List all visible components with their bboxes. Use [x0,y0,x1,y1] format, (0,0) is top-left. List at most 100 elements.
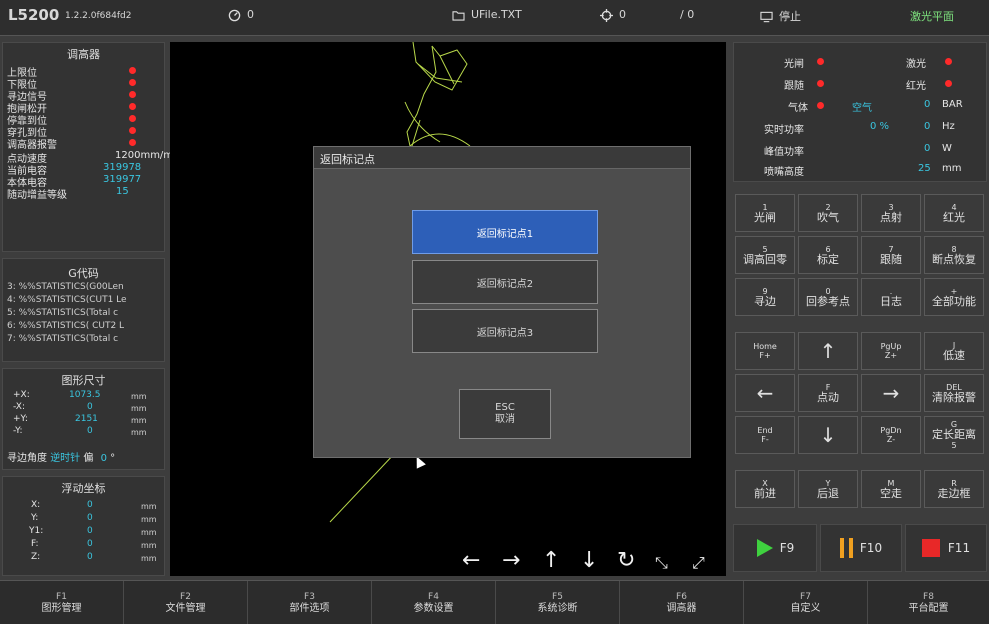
cancel-button[interactable]: ESC 取消 [459,389,551,439]
menu-custom[interactable]: F7 自定义 [744,581,868,624]
pan-left-icon[interactable]: ← [462,548,480,573]
shape-size-label: +Y: [13,414,28,424]
gcode-line: 3: %%STATISTICS(G00Len [7,282,124,292]
key-fixed-distance[interactable]: G 定长距离 5 [924,416,984,454]
key-home-f-plus[interactable]: Home F+ [735,332,795,370]
menu-shape-management[interactable]: F1 图形管理 [0,581,124,624]
follow-gain-value: 15 [116,186,129,197]
laser-plane-label[interactable]: 激光平面 [910,8,954,24]
pause-button[interactable]: F10 [820,524,902,572]
edge-angle-unit: ° [110,453,116,464]
laser-label: 激光 [906,59,926,70]
shape-size-label: -X: [13,402,25,412]
arrow-right-icon: → [882,381,900,405]
menu-platform-config[interactable]: F8 平台配置 [868,581,989,624]
key-jog[interactable]: F 点动 [798,374,858,412]
key-clear-alarm[interactable]: DEL 清除报警 [924,374,984,412]
float-coords-title: 浮动坐标 [61,482,106,495]
key-left-arrow[interactable]: ← [735,374,795,412]
signal-pierce-reached-indicator [129,127,136,134]
key-pgdn-z-minus[interactable]: PgDn Z- [861,416,921,454]
key-right-arrow[interactable]: → [861,374,921,412]
cancel-button-label: 取消 [495,414,515,425]
dialog-title: 返回标记点 [314,147,690,169]
key-resume-breakpoint[interactable]: 8 断点恢复 [924,236,984,274]
arrow-up-icon: ↑ [819,339,837,363]
pan-down-icon[interactable]: ↓ [580,548,598,573]
menu-parameter-settings[interactable]: F4 参数设置 [372,581,496,624]
nozzle-height-value: 25 [918,163,931,174]
key-height-home[interactable]: 5 调高回零 [735,236,795,274]
return-marker-3-button[interactable]: 返回标记点3 [412,309,598,353]
pan-right-icon[interactable]: → [502,548,520,573]
edge-angle-label: 寻边角度 [7,453,47,464]
coord-label: F: [31,539,39,549]
coord-unit: mm [141,502,157,511]
menu-file-management[interactable]: F2 文件管理 [124,581,248,624]
key-edge-seek[interactable]: 9 寻边 [735,278,795,316]
key-end-f-minus[interactable]: End F- [735,416,795,454]
menu-height-controller[interactable]: F6 调高器 [620,581,744,624]
stop-button-label: F11 [947,541,971,555]
coord-label: Y: [31,513,39,523]
follow-label: 跟随 [784,81,804,92]
gas-label: 气体 [788,103,808,114]
key-down-arrow[interactable]: ↓ [798,416,858,454]
key-follow[interactable]: 7 跟随 [861,236,921,274]
pause-icon [839,538,853,558]
pan-up-icon[interactable]: ↑ [542,548,560,573]
coord-label: X: [31,500,41,510]
coord-value: 0 [87,500,93,510]
realtime-power-value: 0 [924,121,931,132]
menu-component-options[interactable]: F3 部件选项 [248,581,372,624]
laser-status-panel: 光闸 激光 跟随 红光 气体 空气 0 BAR 实时功率 0 % 0 Hz 峰值… [733,42,987,182]
start-button[interactable]: F9 [733,524,817,572]
key-reference-point[interactable]: 0 回参考点 [798,278,858,316]
gcode-line: 4: %%STATISTICS(CUT1 Le [7,295,127,305]
gcode-panel: G代码 3: %%STATISTICS(G00Len 4: %%STATISTI… [2,258,165,362]
key-pgup-z-plus[interactable]: PgUp Z+ [861,332,921,370]
shape-size-value: 2151 [75,414,98,424]
coord-label: Y1: [29,526,44,536]
zoom-out-icon[interactable]: ⤢ [692,553,705,573]
return-marker-2-button[interactable]: 返回标记点2 [412,260,598,304]
key-trace-frame[interactable]: R 走边框 [924,470,984,508]
gas-indicator [817,102,824,109]
coord-unit: mm [141,554,157,563]
shape-size-unit: mm [131,392,147,401]
return-marker-1-button[interactable]: 返回标记点1 [412,210,598,254]
key-low-speed[interactable]: J 低速 [924,332,984,370]
key-log[interactable]: . 日志 [861,278,921,316]
peak-power-value: 0 [924,143,931,154]
realtime-power-unit: Hz [942,121,955,132]
key-forward[interactable]: X 前进 [735,470,795,508]
monitor-icon [760,11,773,23]
key-red-light[interactable]: 4 红光 [924,194,984,232]
signal-park-reached-indicator [129,115,136,122]
key-up-arrow[interactable]: ↑ [798,332,858,370]
refresh-icon[interactable]: ↻ [617,548,635,573]
key-spot[interactable]: 3 点射 [861,194,921,232]
signal-lower-limit-indicator [129,79,136,86]
top-status-bar: L5200 1.2.2.0f684fd2 0 UFile.TXT 0 / 0 停… [0,0,989,36]
stop-button[interactable]: F11 [905,524,987,572]
shape-size-unit: mm [131,428,147,437]
key-backward[interactable]: Y 后退 [798,470,858,508]
shutter-indicator [817,58,824,65]
edge-angle-direction[interactable]: 逆时针 [50,453,80,464]
play-icon [756,539,773,557]
red-light-indicator [945,80,952,87]
menu-system-diagnostics[interactable]: F5 系统诊断 [496,581,620,624]
software-version: 1.2.2.0f684fd2 [65,11,132,21]
key-dry-run[interactable]: M 空走 [861,470,921,508]
file-readout[interactable]: UFile.TXT [452,8,522,21]
zoom-in-icon[interactable]: ⤡ [655,553,668,573]
signal-edge-seek-indicator [129,91,136,98]
key-shutter[interactable]: 1 光闸 [735,194,795,232]
key-all-functions[interactable]: + 全部功能 [924,278,984,316]
gcode-title: G代码 [68,267,99,280]
key-calibrate[interactable]: 6 标定 [798,236,858,274]
cancel-button-key: ESC [495,402,515,413]
stop-icon [921,539,940,557]
key-blow[interactable]: 2 吹气 [798,194,858,232]
